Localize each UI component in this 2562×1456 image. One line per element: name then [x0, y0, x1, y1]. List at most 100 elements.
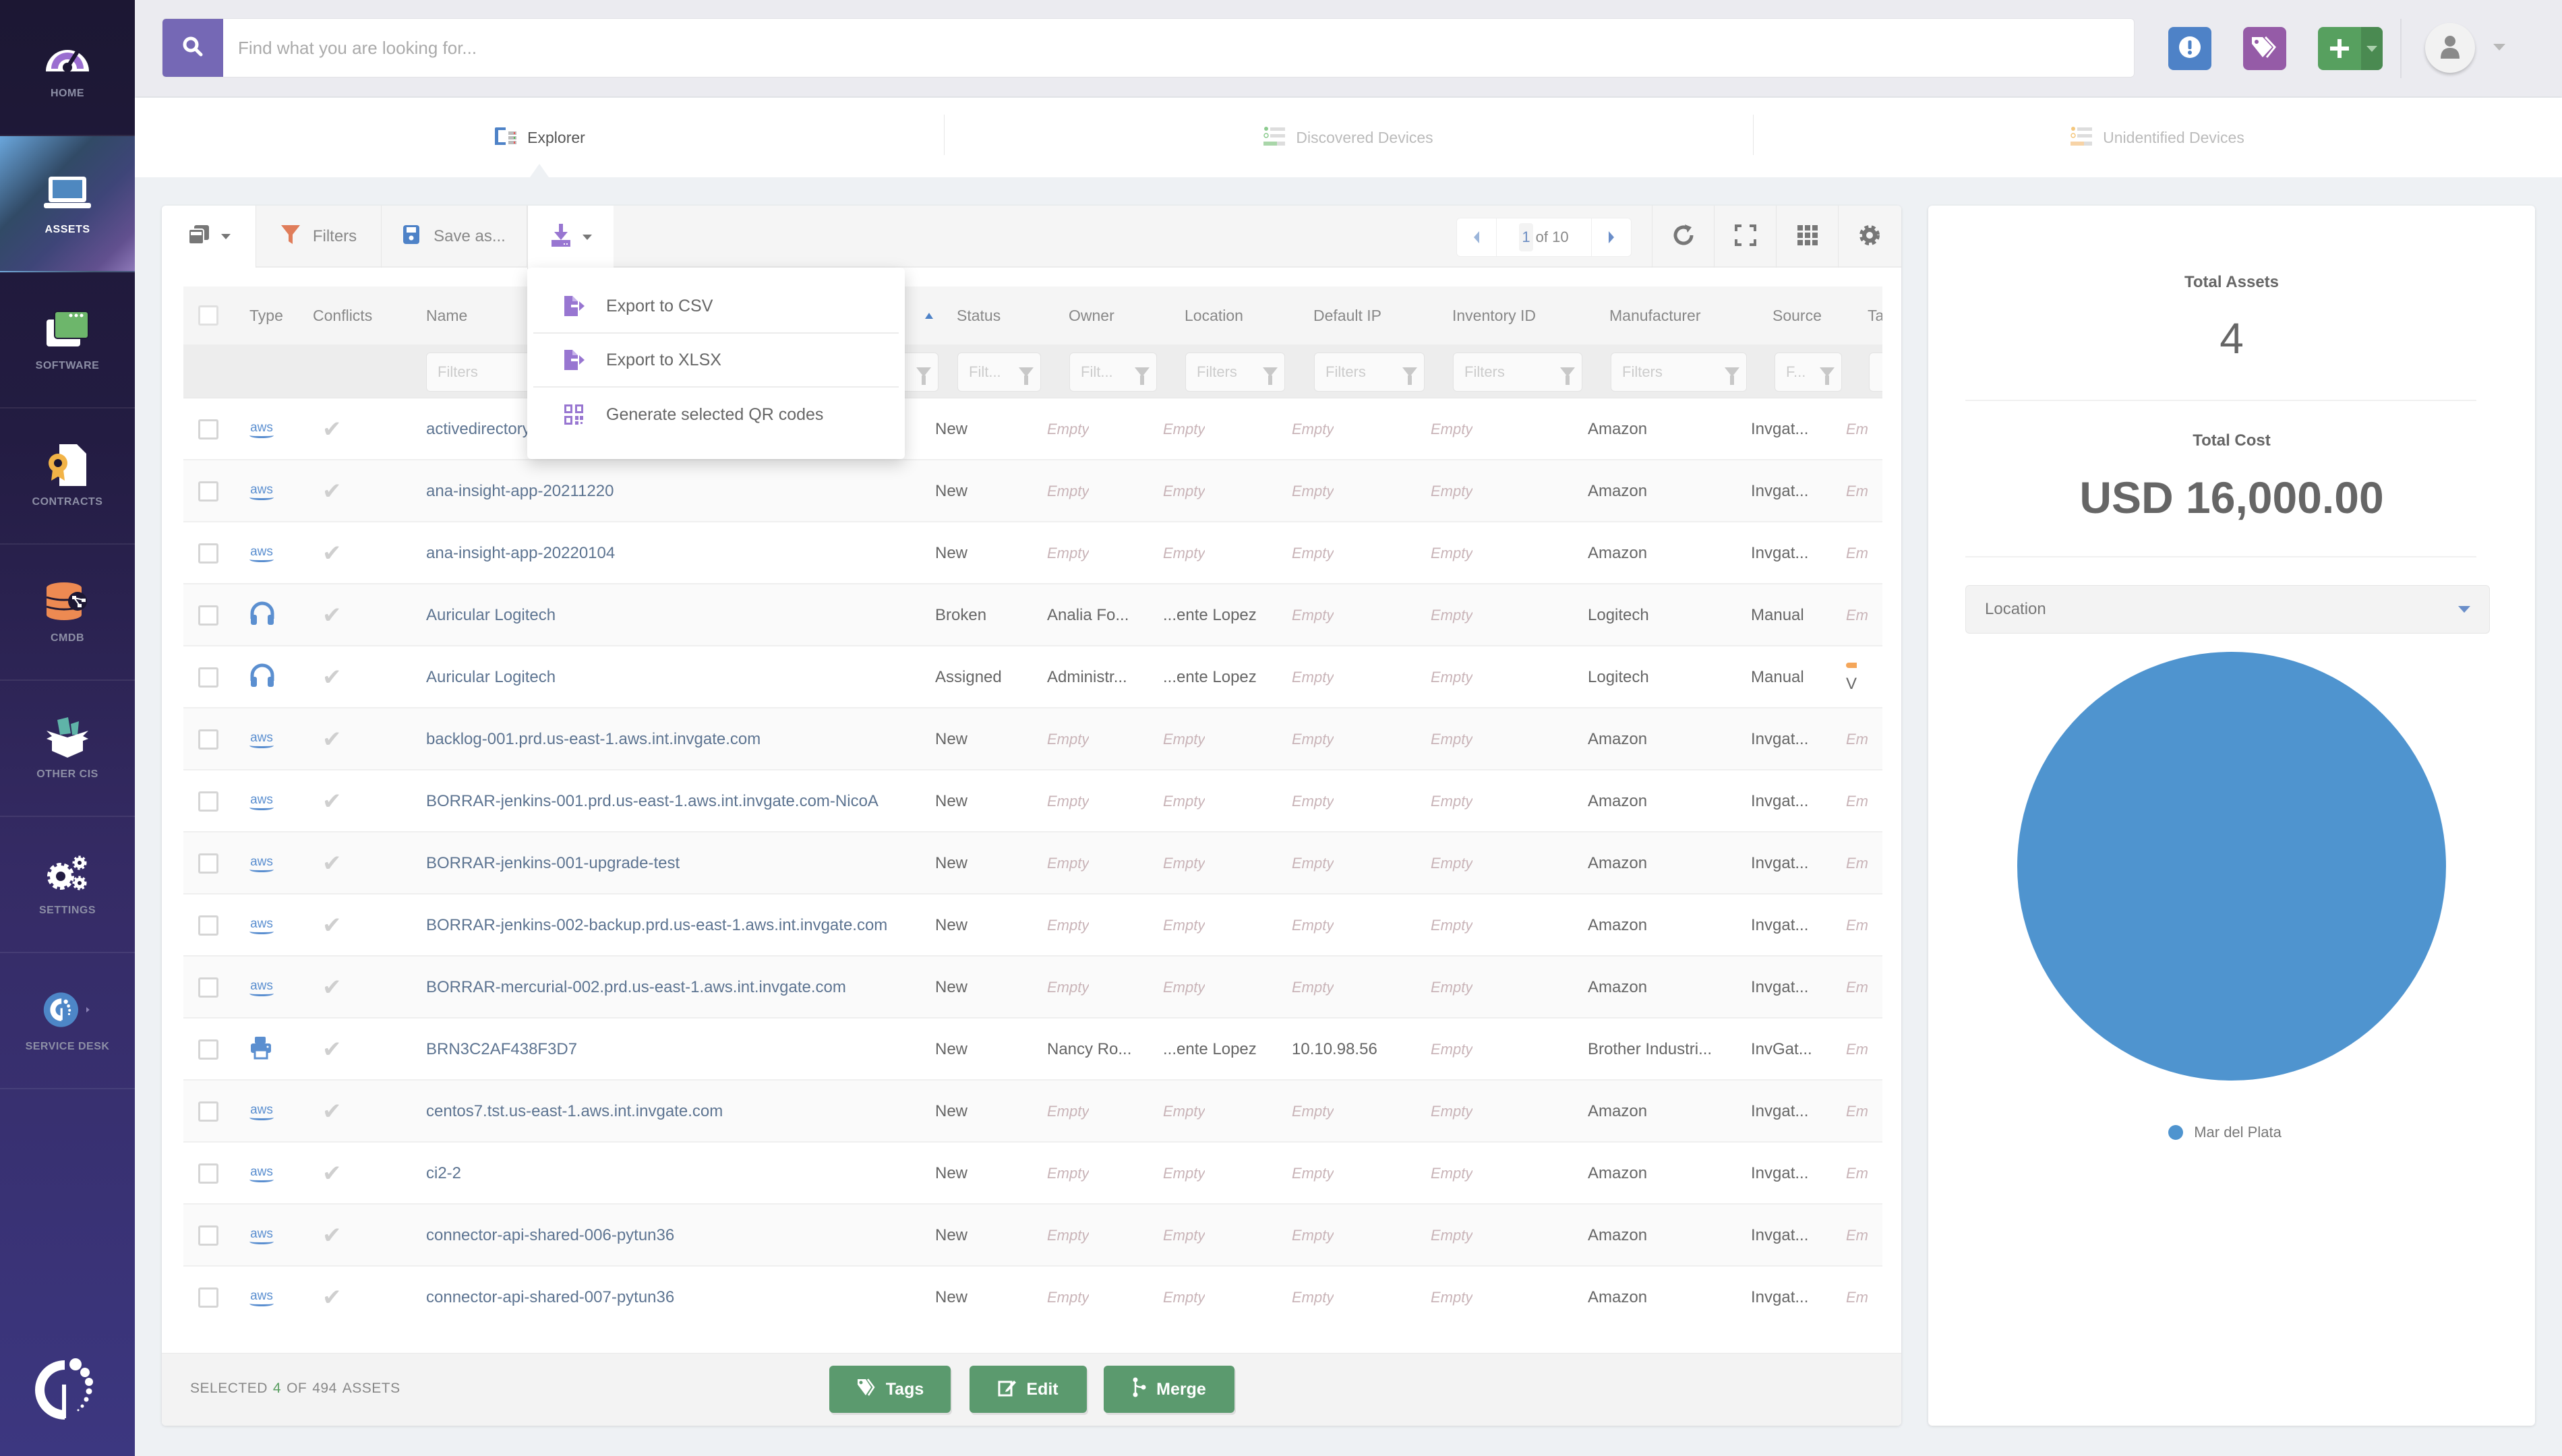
- table-row[interactable]: ✔ Auricular Logitech Assigned Administr....…: [183, 646, 1882, 708]
- asset-name-link[interactable]: BORRAR-mercurial-002.prd.us-east-1.aws.i…: [426, 957, 846, 1019]
- tags-button[interactable]: [2243, 27, 2286, 70]
- save-as-button[interactable]: Save as...: [382, 206, 527, 268]
- col-name[interactable]: Name: [426, 286, 467, 344]
- row-checkbox[interactable]: [198, 605, 218, 626]
- user-avatar[interactable]: [2425, 23, 2475, 73]
- table-row[interactable]: aws ✔ ana-insight-app-20211220 New Empty Empt…: [183, 460, 1882, 522]
- asset-name-link[interactable]: ana-insight-app-20211220: [426, 460, 614, 522]
- col-default-ip[interactable]: Default IP: [1313, 286, 1381, 344]
- row-checkbox[interactable]: [198, 1287, 218, 1308]
- row-checkbox[interactable]: [198, 543, 218, 564]
- sidebar-item-software[interactable]: SOFTWARE: [0, 272, 135, 408]
- next-page-button[interactable]: [1592, 218, 1631, 257]
- table-row[interactable]: aws ✔ centos7.tst.us-east-1.aws.int.invgat…: [183, 1081, 1882, 1143]
- col-location[interactable]: Location: [1185, 286, 1243, 344]
- row-checkbox[interactable]: [198, 667, 218, 688]
- sidebar-item-other-cis[interactable]: OTHER CIs: [0, 681, 135, 817]
- filter-tag[interactable]: [1869, 353, 1882, 392]
- edit-action-button[interactable]: Edit: [970, 1366, 1087, 1413]
- table-row[interactable]: aws ✔ BORRAR-jenkins-001-upgrade-test New Em…: [183, 832, 1882, 894]
- table-row[interactable]: aws ✔ activedirectory New Empty Empty Empty Emp…: [183, 398, 1882, 460]
- asset-name-link[interactable]: BRN3C2AF438F3D7: [426, 1019, 577, 1081]
- filter-inventory-id[interactable]: Filters: [1453, 353, 1582, 392]
- fullscreen-button[interactable]: [1714, 206, 1776, 268]
- row-checkbox[interactable]: [198, 853, 218, 874]
- prev-page-button[interactable]: [1457, 218, 1496, 257]
- export-csv-option[interactable]: Export to CSV: [533, 280, 899, 334]
- tab-explorer[interactable]: Explorer: [135, 98, 944, 177]
- table-row[interactable]: aws ✔ BORRAR-jenkins-001.prd.us-east-1.aws…: [183, 770, 1882, 832]
- select-all-checkbox[interactable]: [198, 286, 218, 344]
- asset-name-link[interactable]: backlog-001.prd.us-east-1.aws.int.invgat…: [426, 708, 761, 770]
- pie-slice-mar-del-plata[interactable]: [2017, 652, 2446, 1081]
- col-owner[interactable]: Owner: [1069, 286, 1114, 344]
- filter-default-ip[interactable]: Filters: [1314, 353, 1425, 392]
- merge-action-button[interactable]: Merge: [1104, 1366, 1234, 1413]
- group-by-select[interactable]: Location: [1965, 585, 2490, 634]
- filter-status[interactable]: Filt...: [957, 353, 1041, 392]
- col-manufacturer[interactable]: Manufacturer: [1609, 286, 1701, 344]
- tab-unidentified-devices[interactable]: Unidentified Devices: [1753, 98, 2562, 177]
- sidebar-item-assets[interactable]: ASSETS: [0, 136, 135, 272]
- col-tag[interactable]: Tag: [1868, 286, 1882, 344]
- asset-name-link[interactable]: BORRAR-jenkins-002-backup.prd.us-east-1.…: [426, 894, 887, 957]
- asset-name-link[interactable]: Auricular Logitech: [426, 584, 556, 646]
- filter-manufacturer[interactable]: Filters: [1611, 353, 1747, 392]
- col-conflicts[interactable]: Conflicts: [313, 286, 372, 344]
- asset-name-link[interactable]: connector-api-shared-006-pytun36: [426, 1205, 674, 1267]
- sidebar-item-cmdb[interactable]: CMDB: [0, 545, 135, 681]
- columns-button[interactable]: [1776, 206, 1838, 268]
- sidebar-item-settings[interactable]: SETTINGS: [0, 817, 135, 953]
- settings-button[interactable]: [1838, 206, 1900, 268]
- search-button[interactable]: [162, 19, 223, 77]
- asset-name-link[interactable]: ana-insight-app-20220104: [426, 522, 615, 584]
- legend-item[interactable]: Mar del Plata: [2168, 1124, 2282, 1141]
- sort-asc-icon[interactable]: [925, 286, 933, 344]
- filters-button[interactable]: Filters: [256, 206, 382, 268]
- generate-qr-codes-option[interactable]: Generate selected QR codes: [533, 388, 899, 442]
- row-checkbox[interactable]: [198, 729, 218, 750]
- sidebar-item-home[interactable]: HOME: [0, 0, 135, 136]
- row-checkbox[interactable]: [198, 481, 218, 502]
- add-new-button[interactable]: [2318, 27, 2383, 70]
- row-checkbox[interactable]: [198, 1039, 218, 1060]
- col-inventory-id[interactable]: Inventory ID: [1452, 286, 1536, 344]
- row-checkbox[interactable]: [198, 791, 218, 812]
- asset-name-link[interactable]: connector-api-shared-007-pytun36: [426, 1267, 674, 1325]
- table-row[interactable]: aws ✔ ana-insight-app-20220104 New Empty Empt…: [183, 522, 1882, 584]
- row-checkbox[interactable]: [198, 977, 218, 998]
- refresh-button[interactable]: [1652, 206, 1714, 268]
- table-row[interactable]: aws ✔ connector-api-shared-006-pytun36 New E…: [183, 1205, 1882, 1267]
- col-source[interactable]: Source: [1772, 286, 1822, 344]
- views-dropdown[interactable]: [162, 206, 256, 268]
- table-row[interactable]: aws ✔ ci2-2 New Empty Empty Empty Empty Amazon In…: [183, 1143, 1882, 1205]
- col-status[interactable]: Status: [957, 286, 1001, 344]
- tab-discovered-devices[interactable]: Discovered Devices: [944, 98, 1753, 177]
- table-row[interactable]: aws ✔ connector-api-shared-007-pytun36 New E…: [183, 1267, 1882, 1325]
- export-dropdown-button[interactable]: [527, 206, 614, 269]
- row-checkbox[interactable]: [198, 915, 218, 936]
- alerts-button[interactable]: [2168, 27, 2211, 70]
- table-row[interactable]: ✔ BRN3C2AF438F3D7 New Nancy Ro... ...ente Lo…: [183, 1019, 1882, 1081]
- row-checkbox[interactable]: [198, 419, 218, 439]
- asset-name-link[interactable]: ci2-2: [426, 1143, 461, 1205]
- export-xlsx-option[interactable]: Export to XLSX: [533, 334, 899, 388]
- user-menu-chevron-icon[interactable]: [2493, 44, 2505, 51]
- asset-name-link[interactable]: centos7.tst.us-east-1.aws.int.invgate.co…: [426, 1081, 723, 1143]
- row-checkbox[interactable]: [198, 1101, 218, 1122]
- sidebar-item-contracts[interactable]: CONTRACTS: [0, 408, 135, 545]
- filter-source[interactable]: F...: [1775, 353, 1842, 392]
- search-input[interactable]: [223, 19, 2134, 77]
- table-row[interactable]: aws ✔ backlog-001.prd.us-east-1.aws.int.in…: [183, 708, 1882, 770]
- asset-name-link[interactable]: Auricular Logitech: [426, 646, 556, 708]
- filter-location[interactable]: Filters: [1185, 353, 1285, 392]
- filter-owner[interactable]: Filt...: [1069, 353, 1157, 392]
- asset-name-link[interactable]: activedirectory: [426, 398, 531, 460]
- row-checkbox[interactable]: [198, 1163, 218, 1184]
- table-row[interactable]: ✔ Auricular Logitech Broken Analia Fo......…: [183, 584, 1882, 646]
- add-dropdown-toggle[interactable]: [2361, 27, 2383, 70]
- sidebar-item-service-desk[interactable]: SERVICE DESK: [0, 953, 135, 1089]
- current-page[interactable]: 1: [1519, 223, 1533, 251]
- tags-action-button[interactable]: Tags: [829, 1366, 951, 1413]
- col-type[interactable]: Type: [249, 286, 283, 344]
